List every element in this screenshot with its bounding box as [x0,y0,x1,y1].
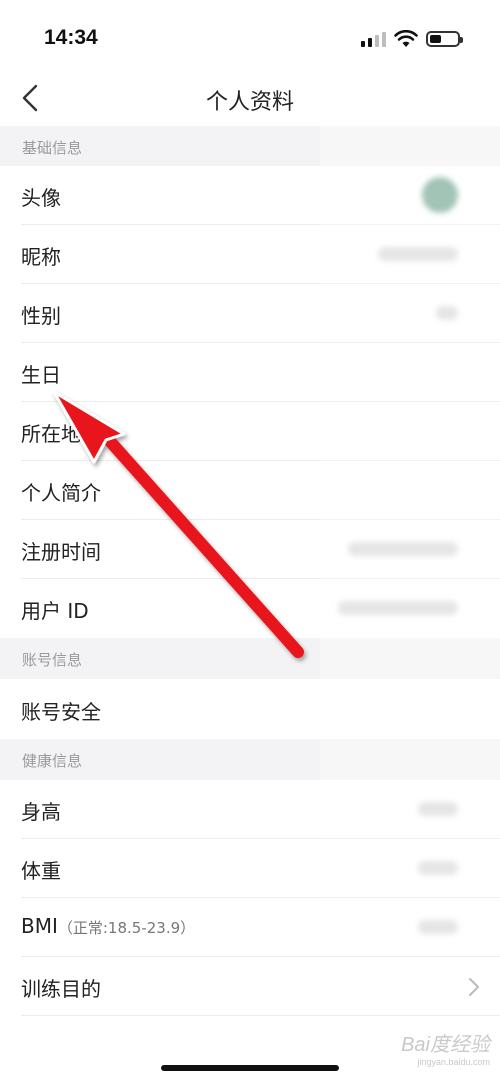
red-arrow-annotation [52,390,304,658]
watermark-brand: Bai度经验 [401,1034,490,1056]
watermark-url: jingyan.baidu.com [417,1057,490,1067]
baidu-watermark: Bai度经验 jingyan.baidu.com [401,1028,490,1067]
home-indicator[interactable] [161,1065,339,1071]
